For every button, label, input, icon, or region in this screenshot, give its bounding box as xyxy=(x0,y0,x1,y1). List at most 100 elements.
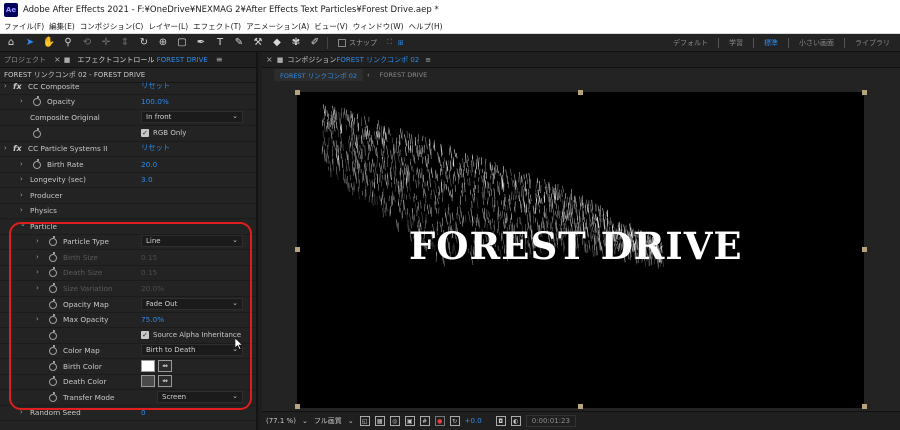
magnification-dropdown[interactable]: (77.1 %) xyxy=(266,417,296,425)
checkmark-icon[interactable]: ✓ xyxy=(141,331,149,340)
stopwatch-icon[interactable] xyxy=(33,159,41,169)
home-icon[interactable]: ⌂ xyxy=(3,35,19,51)
composition-tab-label[interactable]: コンポジション xyxy=(287,55,336,65)
particle-type-property-dropdown[interactable]: Line ⌄ xyxy=(141,235,243,248)
panel-menu-icon[interactable]: ≡ xyxy=(425,56,431,64)
current-time-display[interactable]: 0:00:01:23 xyxy=(525,415,576,427)
stopwatch-icon[interactable] xyxy=(49,330,57,340)
transparency-grid-icon[interactable]: ▦ xyxy=(374,416,385,426)
forest-drive-text-layer[interactable]: FOREST DRIVE xyxy=(409,224,743,268)
twirl-arrow-icon[interactable]: › xyxy=(36,268,39,276)
snap-grid-icon[interactable]: ⊞ xyxy=(398,39,404,47)
stopwatch-icon[interactable] xyxy=(49,299,57,309)
twirl-arrow-icon[interactable]: › xyxy=(20,160,23,168)
tab-comp-forest-link[interactable]: FOREST リンクコンポ 02 xyxy=(274,68,363,81)
stopwatch-icon[interactable] xyxy=(49,283,57,293)
tab-comp-forest-drive[interactable]: FOREST DRIVE xyxy=(374,70,434,80)
chevron-down-icon[interactable]: ⌄ xyxy=(302,417,308,425)
tab-project[interactable]: プロジェクト xyxy=(0,55,50,65)
pen-tool-icon[interactable]: ✒ xyxy=(193,35,209,51)
type-tool-icon[interactable]: T xyxy=(212,35,228,51)
bounding-handle-tr[interactable] xyxy=(862,90,867,95)
pan-tool-icon[interactable]: ✛ xyxy=(98,35,114,51)
workspace-1[interactable]: 学習 xyxy=(719,38,753,48)
panel-lock-icon[interactable]: ■ xyxy=(277,56,284,64)
stopwatch-icon[interactable] xyxy=(49,345,57,355)
menu-file[interactable]: ファイル(F) xyxy=(4,21,44,32)
dolly-tool-icon[interactable]: ⇕ xyxy=(117,35,133,51)
eyedropper-icon[interactable]: ⇴ xyxy=(158,360,172,372)
hand-tool-icon[interactable]: ✋ xyxy=(41,35,57,51)
bounding-handle-tl[interactable] xyxy=(295,90,300,95)
eraser-tool-icon[interactable]: ◆ xyxy=(269,35,285,51)
menu-view[interactable]: ビュー(V) xyxy=(314,21,347,32)
exposure-value[interactable]: +0.0 xyxy=(465,417,482,425)
twirl-arrow-icon[interactable]: › xyxy=(4,144,7,152)
reset-link[interactable]: リセット xyxy=(141,81,170,91)
puppet-pin-tool-icon[interactable]: ✐ xyxy=(307,35,323,51)
workspace-4[interactable]: ライブラリ xyxy=(845,38,900,48)
channels-icon[interactable]: ● xyxy=(434,416,445,426)
bounding-handle-bm[interactable] xyxy=(578,404,583,409)
composition-viewer[interactable]: FOREST DRIVE xyxy=(262,81,900,411)
size-variation-property-value[interactable]: 20.0% xyxy=(141,284,164,293)
chevron-down-icon[interactable]: ⌄ xyxy=(348,417,354,425)
stopwatch-icon[interactable] xyxy=(33,128,41,138)
twirl-arrow-icon[interactable]: › xyxy=(20,408,23,416)
close-icon[interactable]: × xyxy=(266,55,273,64)
twirl-arrow-icon[interactable]: › xyxy=(36,237,39,245)
snap-options-icon[interactable]: ⛶ xyxy=(387,38,392,47)
eyedropper-icon[interactable]: ⇴ xyxy=(158,375,172,387)
longevity-property-value[interactable]: 3.0 xyxy=(141,175,153,184)
stopwatch-icon[interactable] xyxy=(49,361,57,371)
stopwatch-icon[interactable] xyxy=(49,252,57,262)
orbit-tool-icon[interactable]: ⟲ xyxy=(79,35,95,51)
source-alpha-property-checkbox[interactable]: ✓ Source Alpha Inheritance xyxy=(141,331,241,340)
mask-visibility-icon[interactable]: ◎ xyxy=(389,416,400,426)
checkmark-icon[interactable]: ✓ xyxy=(141,129,149,138)
stopwatch-icon[interactable] xyxy=(49,236,57,246)
composite-original-property-dropdown[interactable]: In front ⌄ xyxy=(141,111,243,124)
snapshot-camera-icon[interactable]: ◘ xyxy=(495,416,506,426)
menu-edit[interactable]: 編集(E) xyxy=(49,21,75,32)
region-of-interest-icon[interactable]: ▣ xyxy=(404,416,415,426)
resolution-dropdown[interactable]: フル画質 xyxy=(314,416,342,426)
close-icon[interactable]: × xyxy=(54,55,61,64)
snap-checkbox[interactable] xyxy=(338,38,346,47)
bounding-handle-tm[interactable] xyxy=(578,90,583,95)
fast-preview-icon[interactable]: ◱ xyxy=(359,416,370,426)
bounding-handle-bl[interactable] xyxy=(295,404,300,409)
death-size-property-value[interactable]: 0.15 xyxy=(141,268,157,277)
anchor-tool-icon[interactable]: ⊕ xyxy=(155,35,171,51)
menu-help[interactable]: ヘルプ(H) xyxy=(409,21,443,32)
menu-effect[interactable]: エフェクト(T) xyxy=(193,21,241,32)
rgb-only-property-checkbox[interactable]: ✓ RGB Only xyxy=(141,129,186,138)
stopwatch-icon[interactable] xyxy=(33,96,41,106)
composition-tab-name[interactable]: FOREST リンクコンポ 02 xyxy=(336,55,419,65)
workspace-0[interactable]: デフォルト xyxy=(663,38,718,48)
rotate-tool-icon[interactable]: ↻ xyxy=(136,35,152,51)
max-opacity-property-value[interactable]: 75.0% xyxy=(141,315,164,324)
clone-stamp-tool-icon[interactable]: ⚒ xyxy=(250,35,266,51)
birth-size-property-value[interactable]: 0.15 xyxy=(141,253,157,262)
selection-tool-icon[interactable]: ➤ xyxy=(22,35,38,51)
fx-icon[interactable]: fx xyxy=(13,82,22,91)
twirl-arrow-icon[interactable]: › xyxy=(36,253,39,261)
random-seed-property-value[interactable]: 0 xyxy=(141,408,146,417)
stopwatch-icon[interactable] xyxy=(49,376,57,386)
birth-color-property-swatch[interactable] xyxy=(141,360,155,372)
tab-effect-controls[interactable]: エフェクトコントロール FOREST DRIVE xyxy=(73,55,212,65)
composition-canvas[interactable]: FOREST DRIVE xyxy=(297,92,864,408)
twirl-arrow-icon[interactable]: › xyxy=(20,175,23,183)
twirl-arrow-icon[interactable]: › xyxy=(36,284,39,292)
fx-icon[interactable]: fx xyxy=(13,144,22,153)
reset-exposure-icon[interactable]: ↻ xyxy=(449,416,460,426)
transfer-mode-property-dropdown[interactable]: Screen ⌄ xyxy=(157,391,243,404)
twirl-arrow-icon[interactable]: › xyxy=(36,315,39,323)
chevron-left-icon[interactable]: ‹ xyxy=(367,71,370,79)
zoom-tool-icon[interactable]: ⚲ xyxy=(60,35,76,51)
twirl-arrow-icon[interactable]: › xyxy=(20,206,23,214)
menu-composition[interactable]: コンポジション(C) xyxy=(80,21,144,32)
death-color-property-swatch[interactable] xyxy=(141,375,155,387)
menu-animation[interactable]: アニメーション(A) xyxy=(246,21,309,32)
